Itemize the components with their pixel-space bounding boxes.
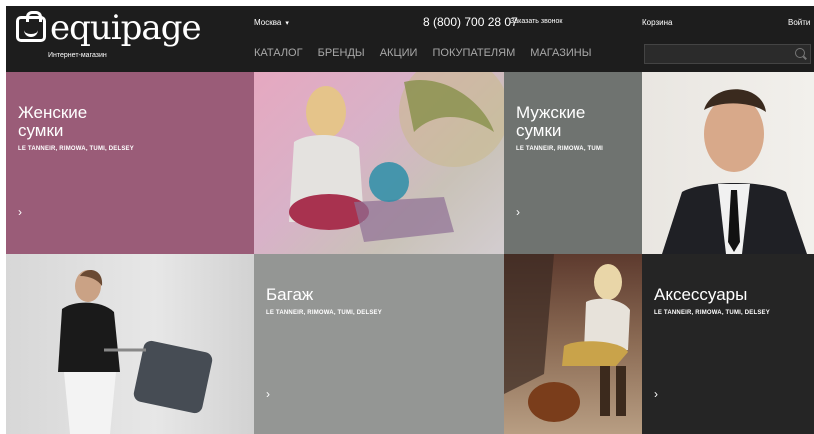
photo-woman-with-suitcase[interactable] xyxy=(6,254,254,434)
search-icon[interactable] xyxy=(795,48,805,58)
logo-tagline: Интернет-магазин xyxy=(48,52,107,59)
woman-photo-illustration xyxy=(289,72,504,242)
photo-woman-sitting[interactable] xyxy=(504,254,642,434)
cart-link[interactable]: Корзина xyxy=(642,18,672,27)
nav-item-brands[interactable]: БРЕНДЫ xyxy=(318,47,365,59)
city-selector[interactable]: Москва ▾ xyxy=(254,18,289,27)
logo-wordmark: equipage xyxy=(50,8,202,48)
photo-woman-with-bag[interactable] xyxy=(254,72,504,254)
main-nav: КАТАЛОГ БРЕНДЫ АКЦИИ ПОКУПАТЕЛЯМ МАГАЗИН… xyxy=(254,47,603,59)
nav-item-stores[interactable]: МАГАЗИНЫ xyxy=(530,47,591,59)
search-input[interactable] xyxy=(644,44,811,64)
category-luggage[interactable]: Багаж LE TANNEIR, RIMOWA, TUMI, DELSEY › xyxy=(254,254,504,434)
chevron-right-icon[interactable]: › xyxy=(654,387,658,401)
man-photo-illustration xyxy=(662,89,807,254)
nav-item-customers[interactable]: ПОКУПАТЕЛЯМ xyxy=(432,47,515,59)
category-accessories[interactable]: Аксессуары LE TANNEIR, RIMOWA, TUMI, DEL… xyxy=(642,254,814,434)
nav-item-catalog[interactable]: КАТАЛОГ xyxy=(254,47,303,59)
chevron-right-icon[interactable]: › xyxy=(18,205,22,219)
tile-brands: LE TANNEIR, RIMOWA, TUMI, DELSEY xyxy=(266,310,382,316)
photo-man-in-suit[interactable] xyxy=(642,72,814,254)
tile-title: Аксессуары xyxy=(654,285,748,304)
site-header: equipage Интернет-магазин Москва ▾ 8 (800… xyxy=(6,6,814,72)
callback-link[interactable]: Заказать звонок xyxy=(510,18,562,25)
login-link[interactable]: Войти xyxy=(788,18,810,27)
bag-logo-icon xyxy=(16,11,46,42)
tile-title: Мужские сумки xyxy=(516,103,586,140)
chevron-down-icon: ▾ xyxy=(285,20,289,27)
page: equipage Интернет-магазин Москва ▾ 8 (800… xyxy=(0,0,814,434)
tile-title: Багаж xyxy=(266,285,314,304)
phone-number[interactable]: 8 (800) 700 28 07 xyxy=(423,15,518,29)
logo[interactable]: equipage Интернет-магазин xyxy=(16,8,202,66)
category-mens-bags[interactable]: Мужские сумки LE TANNEIR, RIMOWA, TUMI › xyxy=(504,72,642,254)
sitting-photo-illustration xyxy=(504,254,630,422)
tile-brands: LE TANNEIR, RIMOWA, TUMI xyxy=(516,146,604,152)
tile-brands: LE TANNEIR, RIMOWA, TUMI, DELSEY xyxy=(18,146,134,152)
category-womens-bags[interactable]: Женские сумки LE TANNEIR, RIMOWA, TUMI, … xyxy=(6,72,254,254)
chevron-right-icon[interactable]: › xyxy=(266,387,270,401)
tile-brands: LE TANNEIR, RIMOWA, TUMI, DELSEY xyxy=(654,310,770,316)
tile-title: Женские сумки xyxy=(18,103,88,140)
city-label: Москва xyxy=(254,18,282,27)
nav-item-sales[interactable]: АКЦИИ xyxy=(380,47,418,59)
chevron-right-icon[interactable]: › xyxy=(516,205,520,219)
suitcase-photo-illustration xyxy=(58,270,213,434)
